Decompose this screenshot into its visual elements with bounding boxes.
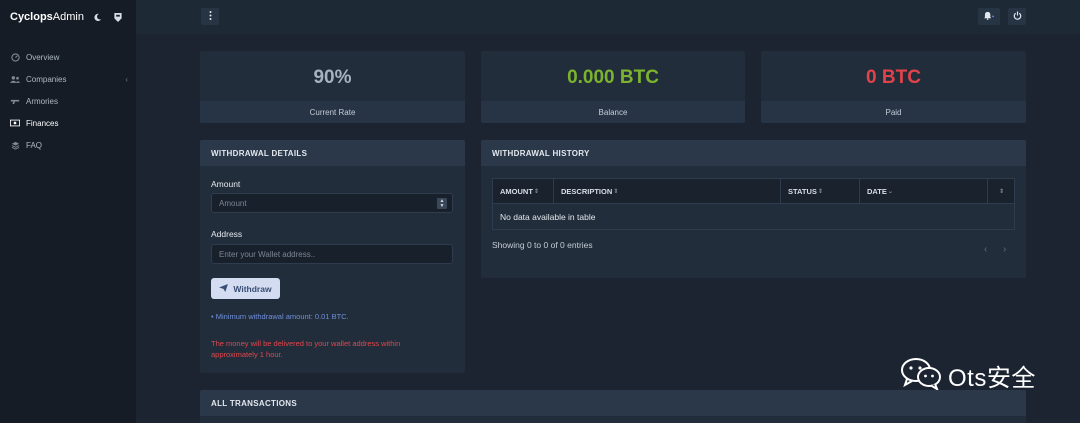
sidebar-item-label: Overview — [26, 52, 60, 62]
column-label: STATUS — [788, 186, 817, 196]
table-empty-row: No data available in table — [493, 203, 1014, 229]
brand-suffix: Admin — [52, 11, 84, 23]
users-icon — [10, 74, 20, 84]
bell-icon — [983, 11, 995, 22]
send-icon — [219, 283, 229, 294]
sort-icon: ⇕ — [998, 188, 1005, 195]
column-header-description[interactable]: DESCRIPTION ⇕ — [554, 179, 781, 203]
badge-icon[interactable] — [112, 11, 124, 23]
gauge-icon — [10, 52, 20, 62]
withdraw-button[interactable]: Withdraw — [211, 278, 280, 299]
history-table: AMOUNT ⇕ DESCRIPTION ⇕ STATUS ⇕ DATE ⌄ ⇕ No … — [492, 178, 1015, 230]
sidebar-item-overview[interactable]: Overview — [0, 46, 136, 68]
wechat-icon — [900, 356, 942, 395]
table-header: AMOUNT ⇕ DESCRIPTION ⇕ STATUS ⇕ DATE ⌄ ⇕ — [493, 179, 1014, 203]
card-title: WITHDRAWAL DETAILS — [200, 140, 465, 166]
stat-label: Current Rate — [200, 101, 465, 123]
table-info: Showing 0 to 0 of 0 entries — [492, 240, 593, 250]
withdraw-button-label: Withdraw — [233, 283, 272, 294]
stat-value: 90% — [313, 67, 352, 88]
wallet-address-input[interactable] — [211, 244, 453, 264]
sidebar-item-companies[interactable]: Companies ‹ — [0, 68, 136, 90]
gun-icon — [10, 96, 20, 106]
withdrawal-details-card: WITHDRAWAL DETAILS Amount ▲▼ Address Wit… — [200, 140, 465, 373]
column-label: DESCRIPTION — [561, 186, 613, 196]
card-title: WITHDRAWAL HISTORY — [481, 140, 1026, 166]
topbar — [136, 0, 1080, 34]
stat-label: Balance — [481, 101, 745, 123]
address-label: Address — [211, 229, 243, 239]
sidebar-item-label: Finances — [26, 118, 59, 128]
next-page-icon[interactable]: › — [1003, 244, 1006, 255]
sidebar-item-label: Armories — [26, 96, 59, 106]
sort-icon: ⇕ — [533, 188, 539, 195]
watermark-text: Ots安全 — [948, 365, 1036, 392]
column-header-amount[interactable]: AMOUNT ⇕ — [493, 179, 554, 203]
column-label: DATE — [867, 186, 887, 196]
column-header-status[interactable]: STATUS ⇕ — [781, 179, 860, 203]
withdrawal-history-card: WITHDRAWAL HISTORY AMOUNT ⇕ DESCRIPTION ⇕ … — [481, 140, 1026, 278]
sort-icon: ⇕ — [613, 188, 619, 195]
previous-page-icon[interactable]: ‹ — [984, 244, 987, 255]
sidebar-nav: Overview Companies ‹ Armories Finances F… — [0, 46, 136, 156]
power-icon — [1013, 11, 1022, 22]
logout-button[interactable] — [1008, 8, 1026, 25]
watermark: Ots安全 — [900, 356, 1036, 395]
delivery-note: The money will be delivered to your wall… — [211, 339, 401, 359]
sort-icon: ⇕ — [817, 188, 823, 195]
stat-card-paid: 0 BTC Paid — [761, 51, 1026, 123]
sort-desc-icon: ⌄ — [887, 188, 893, 195]
chevron-left-icon: ‹ — [125, 74, 128, 84]
number-spinner-icon[interactable]: ▲ ▼ — [437, 198, 447, 209]
stat-card-rate: 90% Current Rate — [200, 51, 465, 123]
vertical-dots-icon — [209, 11, 212, 22]
sidebar-item-label: Companies — [26, 74, 67, 84]
brand-logo[interactable]: CyclopsAdmin — [10, 11, 84, 23]
stat-value: 0 BTC — [866, 67, 921, 88]
sidebar: CyclopsAdmin Overview Companies ‹ Armori… — [0, 0, 136, 423]
sidebar-item-faq[interactable]: FAQ — [0, 134, 136, 156]
stat-card-balance: 0.000 BTC Balance — [481, 51, 745, 123]
column-header-extra[interactable]: ⇕ — [988, 179, 1014, 203]
notifications-button[interactable] — [978, 8, 1000, 25]
minimum-withdrawal-note: • Minimum withdrawal amount: 0.01 BTC. — [211, 312, 349, 321]
menu-button[interactable] — [201, 8, 219, 25]
amount-input[interactable] — [211, 193, 453, 213]
stat-label: Paid — [761, 101, 1026, 123]
brand-prefix: Cyclops — [10, 11, 53, 23]
sidebar-item-armories[interactable]: Armories — [0, 90, 136, 112]
column-header-date[interactable]: DATE ⌄ — [860, 179, 988, 203]
stat-value: 0.000 BTC — [567, 67, 659, 88]
sidebar-item-finances[interactable]: Finances — [0, 112, 136, 134]
column-label: AMOUNT — [500, 186, 533, 196]
sidebar-item-label: FAQ — [26, 140, 43, 150]
amount-label: Amount — [211, 179, 241, 189]
layers-icon — [10, 140, 20, 150]
moon-icon[interactable] — [92, 11, 104, 23]
brand: CyclopsAdmin — [0, 0, 136, 34]
money-icon — [10, 118, 20, 128]
